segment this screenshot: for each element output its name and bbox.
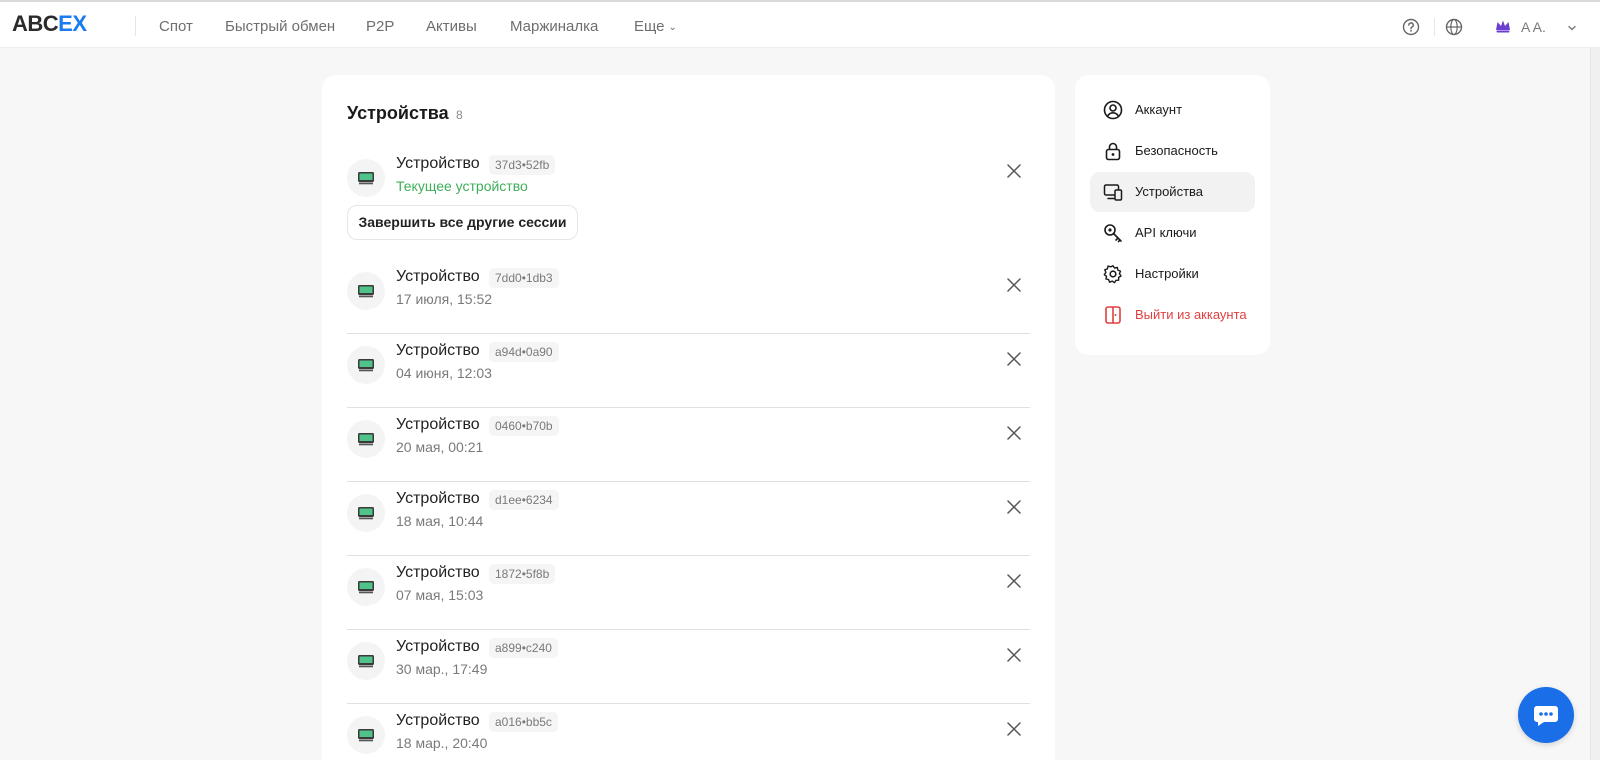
close-icon[interactable] — [1006, 351, 1022, 367]
logo[interactable]: ABCEX — [12, 11, 87, 37]
lock-icon — [1105, 142, 1121, 161]
help-icon[interactable] — [1402, 18, 1420, 36]
device-row: Устройство 1872•5f8b 07 мая, 15:03 — [347, 556, 1030, 630]
settings-sidebar: Аккаунт Безопасность Устройства API ключ… — [1075, 75, 1270, 355]
nav-margin[interactable]: Маржиналка — [510, 18, 598, 35]
device-icon-wrap — [347, 420, 385, 458]
device-id-badge: 7dd0•1db3 — [489, 268, 559, 288]
device-icon-wrap — [347, 642, 385, 680]
monitor-icon — [358, 433, 374, 446]
device-icon-wrap — [347, 568, 385, 606]
sidebar-item-api-keys[interactable]: API ключи — [1090, 213, 1255, 253]
device-icon-wrap — [347, 716, 385, 754]
top-header: ABCEX Спот Быстрый обмен P2P Активы Марж… — [0, 0, 1600, 48]
monitor-icon — [358, 655, 374, 668]
device-row: Устройство 7dd0•1db3 17 июля, 15:52 — [347, 260, 1030, 334]
close-icon[interactable] — [1006, 573, 1022, 589]
close-icon[interactable] — [1006, 163, 1022, 179]
key-icon — [1104, 224, 1122, 243]
sidebar-item-label: Устройства — [1135, 184, 1204, 199]
end-other-sessions-button[interactable]: Завершить все другие сессии — [347, 205, 578, 240]
devices-count: 8 — [456, 108, 463, 122]
sidebar-item-settings[interactable]: Настройки — [1090, 254, 1255, 294]
chat-button[interactable] — [1518, 687, 1574, 743]
monitor-icon — [358, 172, 374, 185]
device-id-badge: 0460•b70b — [489, 416, 559, 436]
sidebar-item-label: Настройки — [1135, 266, 1199, 281]
device-last-active: 30 мар., 17:49 — [396, 661, 488, 677]
sidebar-item-security[interactable]: Безопасность — [1090, 131, 1255, 171]
nav-more[interactable]: Еще ⌄ — [634, 18, 677, 35]
page-title: Устройства — [347, 103, 449, 123]
device-name: Устройство — [396, 268, 480, 285]
device-name: Устройство — [396, 342, 480, 359]
device-row: Устройство a899•c240 30 мар., 17:49 — [347, 630, 1030, 704]
avatar-icon[interactable] — [1494, 17, 1512, 35]
device-last-active: 07 мая, 15:03 — [396, 587, 484, 603]
devices-card: Устройства 8 Устройство 37d3•52fb Текуще… — [322, 75, 1055, 760]
close-icon[interactable] — [1006, 647, 1022, 663]
sidebar-item-devices[interactable]: Устройства — [1090, 172, 1255, 212]
monitor-icon — [358, 507, 374, 520]
device-row: Устройство a016•bb5c 18 мар., 20:40 — [347, 704, 1030, 760]
chevron-down-icon[interactable] — [1566, 22, 1578, 34]
device-name: Устройство — [396, 490, 480, 507]
close-icon[interactable] — [1006, 721, 1022, 737]
device-id-badge: a016•bb5c — [489, 712, 558, 732]
close-icon[interactable] — [1006, 277, 1022, 293]
device-icon-wrap — [347, 494, 385, 532]
device-icon-wrap — [347, 346, 385, 384]
device-icon-wrap — [347, 159, 385, 197]
sidebar-item-label: Безопасность — [1135, 143, 1218, 158]
sidebar-item-account[interactable]: Аккаунт — [1090, 90, 1255, 130]
device-icon-wrap — [347, 272, 385, 310]
devices-icon — [1103, 184, 1123, 201]
device-row: Устройство a94d•0a90 04 июня, 12:03 — [347, 334, 1030, 408]
current-device-label: Текущее устройство — [396, 178, 528, 194]
device-name: Устройство — [396, 564, 480, 581]
device-id-badge: a94d•0a90 — [489, 342, 559, 362]
nav-quick-exchange[interactable]: Быстрый обмен — [225, 18, 335, 35]
nav-spot[interactable]: Спот — [159, 18, 193, 35]
sidebar-item-label: Выйти из аккаунта — [1135, 307, 1247, 322]
chat-icon — [1534, 706, 1558, 726]
device-last-active: 17 июля, 15:52 — [396, 291, 493, 307]
device-last-active: 18 мая, 10:44 — [396, 513, 484, 529]
monitor-icon — [358, 729, 374, 742]
user-circle-icon — [1103, 100, 1123, 120]
globe-icon[interactable] — [1445, 18, 1463, 36]
monitor-icon — [358, 359, 374, 372]
device-name: Устройство — [396, 416, 480, 433]
chevron-down-icon: ⌄ — [668, 22, 677, 33]
sidebar-item-label: Аккаунт — [1135, 102, 1183, 117]
device-last-active: 18 мар., 20:40 — [396, 735, 488, 751]
device-last-active: 20 мая, 00:21 — [396, 439, 484, 455]
close-icon[interactable] — [1006, 425, 1022, 441]
device-id-badge: 37d3•52fb — [489, 155, 556, 175]
device-name: Устройство — [396, 155, 480, 172]
header-divider-right — [1434, 18, 1435, 36]
device-id-badge: a899•c240 — [489, 638, 558, 658]
sidebar-item-logout[interactable]: Выйти из аккаунта — [1090, 295, 1255, 335]
gear-icon — [1103, 265, 1122, 284]
device-last-active: 04 июня, 12:03 — [396, 365, 492, 381]
device-name: Устройство — [396, 638, 480, 655]
nav-assets[interactable]: Активы — [426, 18, 477, 35]
device-row: Устройство 0460•b70b 20 мая, 00:21 — [347, 408, 1030, 482]
nav-p2p[interactable]: P2P — [366, 18, 394, 35]
device-name: Устройство — [396, 712, 480, 729]
user-name[interactable]: A A. — [1521, 19, 1546, 35]
monitor-icon — [358, 581, 374, 594]
sidebar-item-label: API ключи — [1135, 225, 1197, 240]
monitor-icon — [358, 285, 374, 298]
scrollbar[interactable] — [1590, 48, 1600, 760]
device-id-badge: d1ee•6234 — [489, 490, 559, 510]
device-id-badge: 1872•5f8b — [489, 564, 556, 584]
close-icon[interactable] — [1006, 499, 1022, 515]
header-divider — [135, 16, 136, 36]
logout-icon — [1105, 306, 1121, 324]
device-row: Устройство d1ee•6234 18 мая, 10:44 — [347, 482, 1030, 556]
